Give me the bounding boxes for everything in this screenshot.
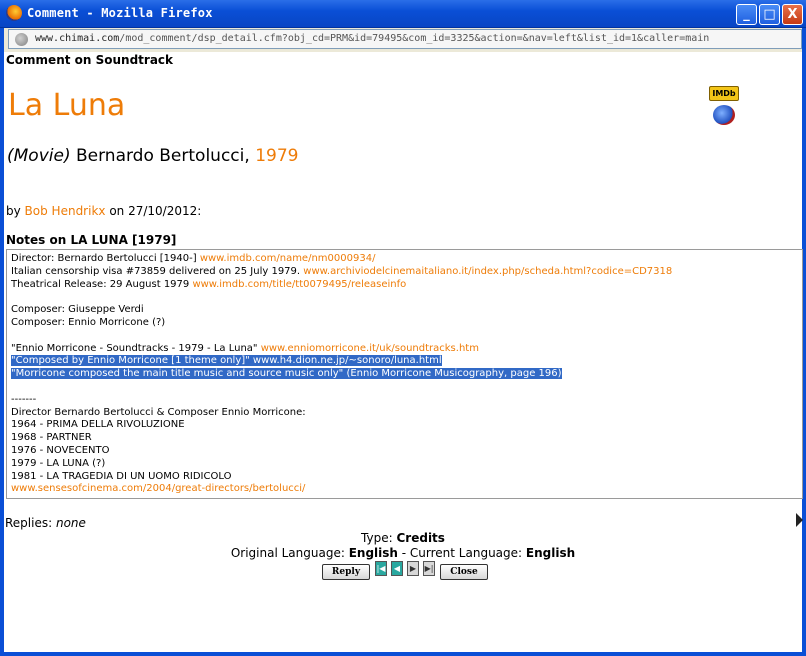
next-page-icon[interactable]: ▶: [407, 561, 419, 576]
url-text: www.chimai.com/mod_comment/dsp_detail.cf…: [35, 33, 709, 44]
notes-text: Theatrical Release: 29 August 1979: [11, 278, 193, 290]
notes-textbox[interactable]: Director: Bernardo Bertolucci [1940-] ww…: [6, 249, 803, 499]
previous-page-icon[interactable]: ◀: [391, 561, 403, 576]
site-identity-icon[interactable]: [15, 33, 28, 46]
notes-line: "Ennio Morricone - Soundtracks - 1979 - …: [11, 343, 798, 356]
notes-line: [11, 291, 798, 304]
minimize-button[interactable]: _: [736, 4, 757, 25]
window-titlebar: Comment - Mozilla Firefox _ □ X: [0, 0, 806, 28]
web-globe-icon[interactable]: [713, 105, 735, 125]
notes-line: 1976 - NOVECENTO: [11, 445, 798, 458]
maximize-button[interactable]: □: [759, 4, 780, 25]
type-line: Type: Credits: [4, 531, 802, 545]
notes-text: "Composed by Ennio Morricone [1 theme on…: [11, 355, 442, 367]
notes-line: 1981 - LA TRAGEDIA DI UN UOMO RIDICOLO: [11, 471, 798, 484]
page-content: Comment on Soundtrack La Luna IMDb (Movi…: [4, 52, 803, 652]
byline: by Bob Hendrikx on 27/10/2012:: [6, 204, 201, 218]
notes-line: Director Bernardo Bertolucci & Composer …: [11, 407, 798, 420]
notes-line: Composer: Ennio Morricone (?): [11, 317, 798, 330]
notes-text: 1964 - PRIMA DELLA RIVOLUZIONE: [11, 419, 185, 431]
notes-link[interactable]: www.enniomorricone.it/uk/soundtracks.htm: [261, 343, 479, 354]
notes-line: [11, 381, 798, 394]
url-field[interactable]: www.chimai.com/mod_comment/dsp_detail.cf…: [8, 29, 802, 49]
notes-text: 1976 - NOVECENTO: [11, 444, 110, 456]
current-language-value: English: [525, 546, 576, 560]
notes-text: Composer: Ennio Morricone (?): [11, 316, 166, 328]
replies-value: none: [55, 516, 86, 530]
url-path: /mod_comment/dsp_detail.cfm?obj_cd=PRM&i…: [119, 33, 710, 44]
notes-text: 1979 - LA LUNA (?): [11, 457, 106, 469]
notes-link[interactable]: www.sensesofcinema.com/2004/great-direct…: [11, 483, 305, 494]
byline-prefix: by: [6, 204, 21, 218]
notes-link[interactable]: www.imdb.com/title/tt0079495/releaseinfo: [192, 279, 406, 290]
imdb-icon[interactable]: IMDb: [709, 86, 739, 101]
notes-text: Director Bernardo Bertolucci & Composer …: [11, 406, 306, 418]
notes-line: 1968 - PARTNER: [11, 432, 798, 445]
notes-line: -------: [11, 394, 798, 407]
notes-text: Director: Bernardo Bertolucci [1940-]: [11, 253, 200, 264]
reply-button[interactable]: Reply: [322, 564, 370, 580]
page-heading: Comment on Soundtrack: [6, 53, 174, 67]
notes-text: 1968 - PARTNER: [11, 432, 92, 444]
byline-date: on 27/10/2012:: [109, 204, 202, 218]
language-line: Original Language: English - Current Lan…: [4, 546, 802, 560]
author-link[interactable]: Bob Hendrikx: [25, 204, 106, 218]
notes-link[interactable]: www.archiviodelcinemaitaliano.it/index.p…: [303, 266, 672, 277]
notes-text: -------: [11, 393, 37, 405]
first-page-icon[interactable]: |◀: [375, 561, 387, 576]
notes-line: Director: Bernardo Bertolucci [1940-] ww…: [11, 253, 798, 266]
movie-kind: (Movie): [7, 146, 71, 166]
movie-subline: (Movie) Bernardo Bertolucci, 1979: [7, 146, 298, 166]
movie-title: La Luna: [8, 88, 126, 123]
replies: Replies: none: [5, 516, 86, 530]
notes-line: Italian censorship visa #73859 delivered…: [11, 266, 798, 279]
notes-text: Composer: Giuseppe Verdi: [11, 304, 144, 316]
notes-text: "Ennio Morricone - Soundtracks - 1979 - …: [11, 342, 261, 354]
movie-year-link[interactable]: 1979: [255, 146, 298, 166]
firefox-icon: [6, 5, 22, 21]
close-button[interactable]: Close: [440, 564, 488, 580]
notes-line: 1979 - LA LUNA (?): [11, 458, 798, 471]
notes-line: "Morricone composed the main title music…: [11, 368, 798, 381]
close-window-button[interactable]: X: [782, 4, 803, 25]
url-host: www.chimai.com: [35, 33, 120, 44]
original-language-value: English: [348, 546, 398, 560]
notes-text: 1981 - LA TRAGEDIA DI UN UOMO RIDICOLO: [11, 470, 232, 482]
notes-line: 1964 - PRIMA DELLA RIVOLUZIONE: [11, 419, 798, 432]
current-language-label: - Current Language:: [401, 546, 523, 560]
notes-line: "Composed by Ennio Morricone [1 theme on…: [11, 355, 798, 368]
address-bar: www.chimai.com/mod_comment/dsp_detail.cf…: [4, 28, 802, 52]
notes-line: Theatrical Release: 29 August 1979 www.i…: [11, 279, 798, 292]
notes-line: www.sensesofcinema.com/2004/great-direct…: [11, 483, 798, 496]
window-title: Comment - Mozilla Firefox: [27, 6, 213, 20]
movie-director: Bernardo Bertolucci,: [75, 146, 250, 166]
notes-link[interactable]: www.imdb.com/name/nm0000934/: [200, 253, 376, 264]
last-page-icon[interactable]: ▶|: [423, 561, 435, 576]
mouse-cursor-icon: [796, 513, 803, 527]
notes-heading: Notes on LA LUNA [1979]: [6, 233, 177, 247]
type-value: Credits: [396, 531, 445, 545]
window-frame-bottom: [0, 652, 806, 656]
type-label: Type:: [361, 531, 393, 545]
notes-text: Italian censorship visa #73859 delivered…: [11, 265, 304, 277]
notes-line: Composer: Giuseppe Verdi: [11, 304, 798, 317]
original-language-label: Original Language:: [230, 546, 345, 560]
notes-text: "Morricone composed the main title music…: [11, 368, 562, 380]
notes-line: [11, 330, 798, 343]
replies-label: Replies:: [5, 516, 53, 530]
